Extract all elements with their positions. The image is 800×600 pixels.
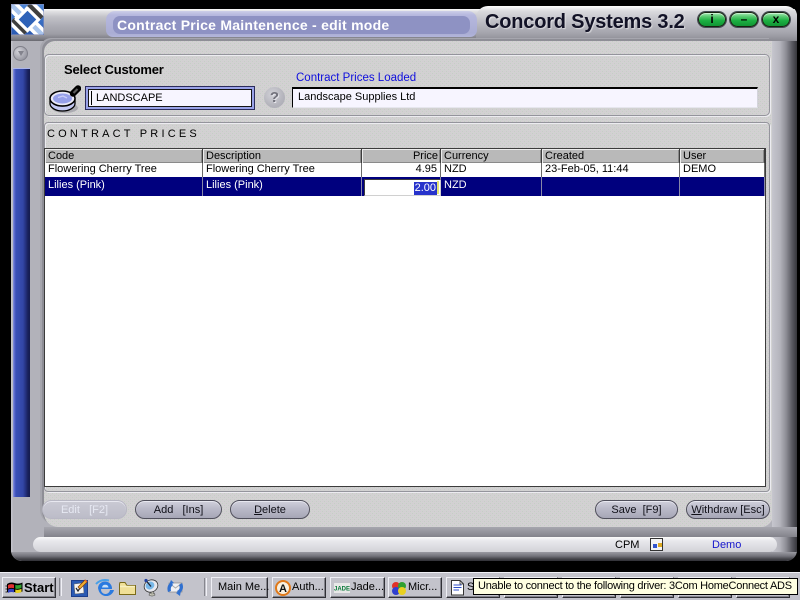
svg-text:JADE: JADE [334, 587, 350, 593]
svg-text:A: A [279, 583, 287, 595]
